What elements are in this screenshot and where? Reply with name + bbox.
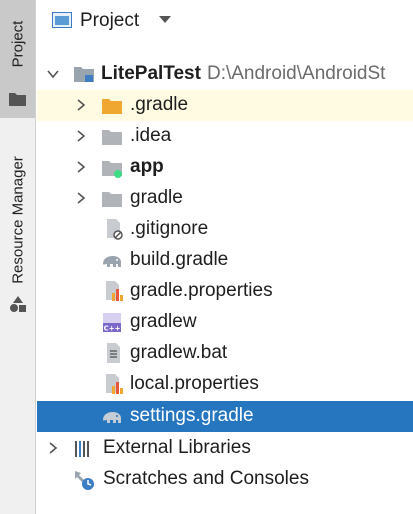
scratches-clock-icon <box>75 471 94 490</box>
chevron-right-icon[interactable] <box>75 161 87 173</box>
tree-item-external-libraries[interactable]: External Libraries <box>37 433 413 464</box>
tree-root-litepaltest[interactable]: LitePalTest D:\Android\AndroidSt <box>37 59 413 90</box>
tree-item-dot-gradle[interactable]: .gradle <box>37 90 413 121</box>
library-books-icon <box>75 441 89 457</box>
chevron-right-icon[interactable] <box>75 192 87 204</box>
tree-item-label: Scratches and Consoles <box>103 468 309 489</box>
tree-item-label: .idea <box>130 125 172 146</box>
tree-item-app[interactable]: app <box>37 152 413 183</box>
android-module-folder-icon <box>102 161 122 178</box>
tree-item-label: local.properties <box>130 373 259 394</box>
tree-item-label: app <box>130 156 164 177</box>
tree-item-dot-idea[interactable]: .idea <box>37 121 413 152</box>
tree-item-label: settings.gradle <box>130 405 254 426</box>
folder-icon <box>9 93 26 106</box>
chevron-down-icon[interactable] <box>47 68 59 80</box>
tree-item-label: .gitignore <box>130 218 209 239</box>
gradle-elephant-icon <box>103 256 121 267</box>
resource-manager-tool-tab[interactable]: Resource Manager <box>0 140 35 320</box>
tool-window-strip: Project Resource Manager <box>0 0 36 514</box>
tree-item-build-gradle[interactable]: build.gradle <box>37 245 413 276</box>
resource-shapes-icon <box>10 296 26 312</box>
ignore-file-icon <box>107 219 123 240</box>
tree-item-label: gradle.properties <box>130 280 273 301</box>
chevron-right-icon[interactable] <box>75 130 87 142</box>
tree-item-local-properties[interactable]: local.properties <box>37 369 413 400</box>
properties-file-icon <box>106 281 123 301</box>
project-window-icon <box>52 12 72 28</box>
tree-item-gradlew[interactable]: C++ gradlew <box>37 307 413 338</box>
shell-script-icon: C++ <box>103 313 121 333</box>
tree-item-gradle-properties[interactable]: gradle.properties <box>37 276 413 307</box>
tree-item-scratches-and-consoles[interactable]: Scratches and Consoles <box>37 464 413 495</box>
module-folder-icon <box>74 67 94 82</box>
text-file-icon <box>107 343 120 363</box>
project-tool-tab[interactable]: Project <box>0 0 35 118</box>
excluded-folder-icon <box>102 99 122 114</box>
project-view-title: Project <box>80 10 140 31</box>
tree-item-gradle-folder[interactable]: gradle <box>37 183 413 214</box>
root-project-name: LitePalTest <box>101 63 201 84</box>
tree-item-label: gradlew <box>130 311 197 332</box>
tree-item-label: gradlew.bat <box>130 342 228 363</box>
tree-item-label: External Libraries <box>103 437 251 458</box>
svg-text:C++: C++ <box>104 325 121 333</box>
folder-icon <box>102 192 122 207</box>
tree-item-gitignore[interactable]: .gitignore <box>37 214 413 245</box>
tree-item-label: gradle <box>130 187 183 208</box>
properties-file-icon <box>106 374 123 394</box>
project-panel: Project LitePalTest D:\Android\AndroidSt … <box>37 0 413 514</box>
gradle-elephant-icon <box>103 412 121 423</box>
project-view-header[interactable]: Project <box>37 0 413 40</box>
tree-item-label: .gradle <box>130 94 189 115</box>
tree-item-settings-gradle[interactable]: settings.gradle <box>37 401 413 432</box>
resource-manager-tab-label: Resource Manager <box>9 156 26 284</box>
dropdown-arrow-icon[interactable] <box>159 16 171 24</box>
root-project-label: LitePalTest D:\Android\AndroidSt <box>101 63 385 85</box>
folder-icon <box>102 130 122 145</box>
chevron-right-icon[interactable] <box>75 99 87 111</box>
tree-item-gradlew-bat[interactable]: gradlew.bat <box>37 338 413 369</box>
project-tab-label: Project <box>9 20 26 68</box>
chevron-right-icon[interactable] <box>47 442 59 454</box>
tree-item-label: build.gradle <box>130 249 229 270</box>
root-project-path: D:\Android\AndroidSt <box>206 63 386 84</box>
